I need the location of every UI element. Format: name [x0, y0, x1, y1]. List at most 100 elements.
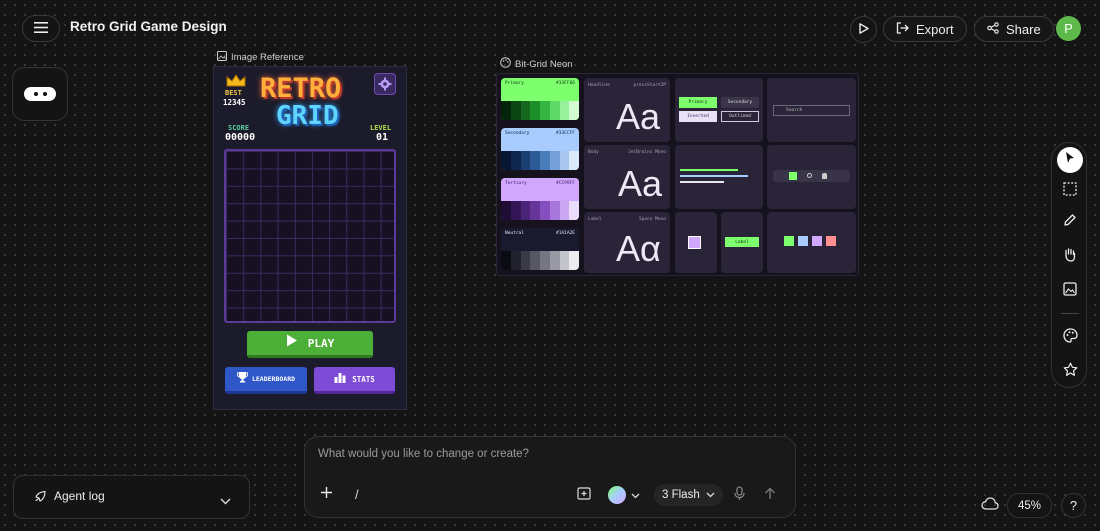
export-icon — [896, 21, 909, 37]
type-body-font: JetBrains Mono — [628, 150, 666, 155]
style-guide-frame-label[interactable]: Bit-Grid Neon — [500, 57, 573, 71]
swatch-tertiary-name: Tertiary — [505, 181, 527, 186]
cloud-sync-status[interactable] — [981, 497, 999, 515]
select-tool[interactable] — [1057, 147, 1083, 173]
swatch-secondary-name: Secondary — [505, 131, 530, 136]
type-headline-role: Headline — [588, 83, 610, 88]
play-label: PLAY — [307, 336, 335, 350]
image-reference-label: Image Reference — [231, 52, 304, 63]
prompt-input[interactable]: What would you like to change or create? — [318, 448, 529, 460]
swatch-secondary[interactable]: Secondary #33CCFF — [501, 128, 579, 170]
swatch-neutral-ramp — [501, 251, 579, 270]
microphone-icon — [733, 486, 746, 505]
image-tool[interactable] — [1057, 278, 1083, 304]
favorites-tool[interactable] — [1057, 359, 1083, 385]
type-body-tile[interactable]: Body JetBrains Mono Aa — [584, 145, 670, 209]
type-headline-sample: Aa — [616, 96, 661, 137]
play-icon — [858, 21, 869, 39]
model-selector[interactable]: 3 Flash — [654, 484, 723, 506]
canvas-toolbar — [1051, 142, 1087, 388]
type-label-sample: Aα — [616, 228, 661, 269]
agent-log-panel[interactable]: Agent log — [13, 475, 250, 519]
share-label: Share — [1006, 21, 1041, 37]
zoom-level-button[interactable]: 45% — [1007, 493, 1052, 518]
help-button[interactable]: ? — [1061, 493, 1086, 518]
slider-blue — [680, 175, 748, 177]
type-label-tile[interactable]: Label Space Mono Aα — [584, 212, 670, 273]
leaderboard-button[interactable]: LEADERBOARD — [225, 367, 307, 394]
palette-tool-icon — [1062, 328, 1078, 348]
hand-tool[interactable] — [1057, 244, 1083, 270]
game-mockup-frame[interactable]: BEST 12345 RETRO GRID SCORE 00000 LEVEL … — [213, 66, 407, 410]
swatch-neutral-hex: #1A1A2E — [556, 231, 575, 236]
project-title[interactable]: Retro Grid Game Design — [70, 19, 227, 34]
type-body-sample: Aa — [618, 163, 663, 204]
leaderboard-label: LEADERBOARD — [251, 375, 296, 383]
marquee-tool[interactable] — [1057, 178, 1083, 204]
toolbar-divider — [1061, 313, 1079, 314]
export-label: Export — [916, 21, 954, 37]
image-icon — [217, 51, 227, 64]
preview-play-button[interactable] — [850, 16, 877, 43]
slash-commands-button[interactable]: / — [355, 487, 359, 502]
button-outlined-sample[interactable]: Outlined — [721, 111, 759, 122]
hand-icon — [1063, 247, 1077, 267]
theme-tool[interactable] — [1057, 325, 1083, 351]
stats-button[interactable]: STATS — [314, 367, 395, 394]
button-inverted-sample[interactable]: Inverted — [679, 111, 717, 122]
chevron-down-icon — [631, 486, 640, 504]
swatch-tertiary[interactable]: Tertiary #CC99FF — [501, 178, 579, 220]
rocket-icon — [34, 490, 47, 508]
triangle-action-icon — [798, 236, 808, 246]
settings-gear-icon[interactable] — [374, 73, 396, 95]
image-reference-frame-label[interactable]: Image Reference — [217, 51, 304, 64]
type-headline-tile[interactable]: Headline pressStart2P Aa — [584, 78, 670, 142]
game-title-retro: RETRO — [260, 73, 342, 104]
swatch-neutral[interactable]: Neutral #1A1A2E — [501, 228, 579, 270]
arrow-up-icon — [764, 487, 776, 504]
tag-action-icon — [812, 236, 822, 246]
buttons-tile[interactable]: Primary Secondary Inverted Outlined — [675, 78, 763, 142]
swatch-primary-ramp — [501, 101, 579, 120]
swatch-secondary-ramp — [501, 151, 579, 170]
slider-green — [680, 169, 738, 171]
button-secondary-sample[interactable]: Secondary — [721, 97, 759, 108]
search-field-sample[interactable]: Search — [773, 105, 850, 116]
share-button[interactable]: Share — [974, 16, 1054, 42]
main-menu-button[interactable] — [22, 15, 60, 42]
export-button[interactable]: Export — [883, 16, 967, 42]
nav-icons-tile[interactable] — [767, 145, 856, 209]
voice-input-button[interactable] — [733, 486, 746, 506]
marquee-select-icon — [1063, 181, 1077, 201]
help-label: ? — [1069, 498, 1078, 513]
best-value: 12345 — [223, 98, 246, 107]
add-frame-button[interactable] — [577, 487, 591, 505]
action-icons-tile[interactable] — [767, 212, 856, 273]
swatch-primary[interactable]: Primary #33FF66 — [501, 78, 579, 120]
pen-tool[interactable] — [1057, 209, 1083, 235]
user-avatar[interactable]: P — [1056, 16, 1081, 41]
add-attachment-button[interactable] — [320, 486, 333, 504]
type-body-role: Body — [588, 150, 599, 155]
game-grid-board[interactable] — [224, 149, 396, 323]
theme-color-selector[interactable] — [608, 486, 640, 504]
style-guide-frame[interactable]: Primary #33FF66 Secondary #33CCFF Tertiary… — [496, 73, 859, 276]
search-tile[interactable]: Search — [767, 78, 856, 142]
home-icon — [789, 172, 797, 180]
assistant-toggle-button[interactable] — [12, 67, 68, 121]
play-button[interactable]: PLAY — [247, 331, 373, 358]
sliders-tile[interactable] — [675, 145, 763, 209]
share-icon — [987, 21, 999, 37]
model-chevron-icon — [706, 489, 715, 501]
swatch-primary-name: Primary — [505, 81, 524, 86]
button-primary-sample[interactable]: Primary — [679, 97, 717, 108]
icon-tile-purple[interactable] — [675, 212, 717, 273]
send-button[interactable] — [764, 487, 776, 505]
gradient-orb-icon — [608, 486, 626, 504]
palette-icon — [500, 57, 511, 71]
swatch-tertiary-ramp — [501, 201, 579, 220]
swatch-tertiary-hex: #CC99FF — [556, 181, 575, 186]
chip-tile[interactable]: Label — [721, 212, 763, 273]
swatch-secondary-hex: #33CCFF — [556, 131, 575, 136]
delete-action-icon — [826, 236, 836, 246]
